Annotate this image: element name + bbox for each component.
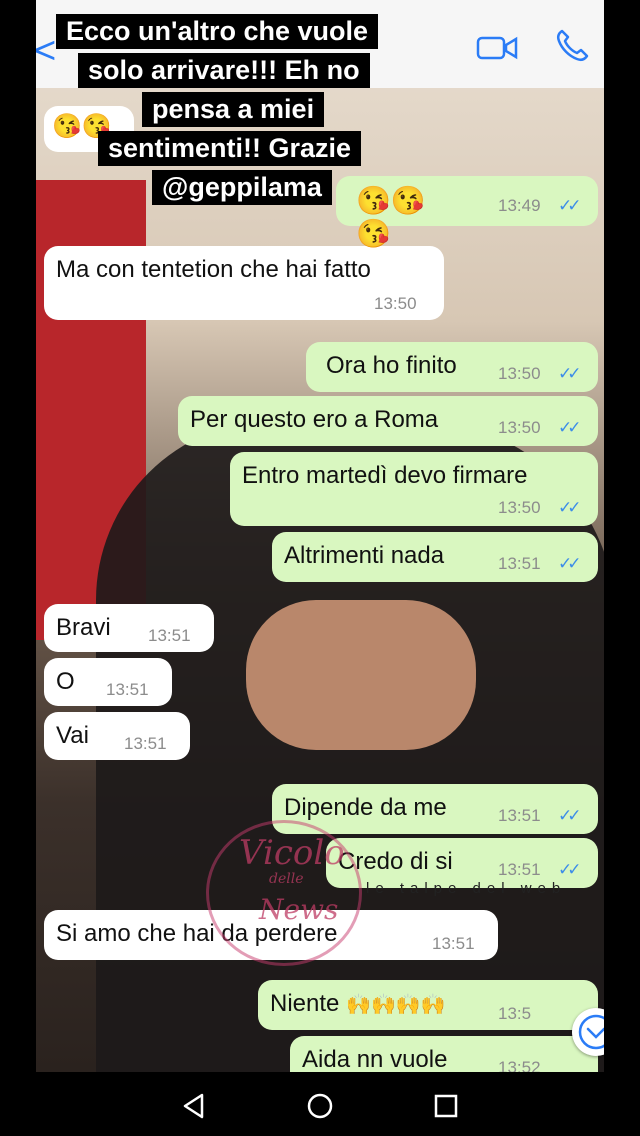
message-bubble-outgoing: Niente 🙌🙌🙌🙌 13:5 xyxy=(258,980,598,1030)
message-text: Niente xyxy=(270,990,340,1017)
back-arrow-icon[interactable]: < xyxy=(36,30,56,73)
caption-line: Ecco un'altro che vuole xyxy=(56,14,378,49)
message-text: Ora ho finito xyxy=(326,352,457,379)
message-bubble-outgoing: Entro martedì devo firmare 13:50 ✓✓ xyxy=(230,452,598,526)
caption-line: sentimenti!! Grazie xyxy=(98,131,362,166)
double-check-icon: ✓✓ xyxy=(558,498,581,517)
message-text: Entro martedì devo firmare xyxy=(242,462,528,489)
kiss-emoji-icon: 😘😘😘 xyxy=(356,185,426,249)
caption-line: pensa a miei xyxy=(142,92,325,127)
message-bubble-outgoing: Altrimenti nada 13:51 ✓✓ xyxy=(272,532,598,582)
message-time: 13:51 xyxy=(106,680,149,699)
system-nav-bar xyxy=(0,1072,640,1136)
nav-home-icon[interactable] xyxy=(306,1092,334,1120)
message-time: 13:51 xyxy=(148,626,191,645)
message-text: Aida nn vuole xyxy=(302,1046,448,1072)
nav-back-icon[interactable] xyxy=(180,1092,208,1120)
message-time: 13:51 xyxy=(498,806,541,825)
message-text: O xyxy=(56,668,75,695)
double-check-icon: ✓✓ xyxy=(558,364,581,383)
message-bubble-incoming: Bravi 13:51 xyxy=(44,604,214,652)
double-check-icon: ✓✓ xyxy=(558,418,581,437)
double-check-icon: ✓✓ xyxy=(558,806,581,825)
double-check-icon: ✓✓ xyxy=(558,554,581,573)
double-check-icon: ✓✓ xyxy=(558,860,581,879)
message-bubble-outgoing: Per questo ero a Roma 13:50 ✓✓ xyxy=(178,396,598,446)
message-time: 13:50 xyxy=(498,364,541,383)
message-time: 13:50 xyxy=(498,498,541,517)
video-call-icon[interactable] xyxy=(476,34,518,62)
message-time: 13:5 xyxy=(498,1004,532,1023)
raised-hands-emoji-icon: 🙌🙌🙌🙌 xyxy=(346,994,446,1016)
message-bubble-outgoing: Ora ho finito 13:50 ✓✓ xyxy=(306,342,598,392)
message-time: 13:50 xyxy=(374,294,417,313)
scroll-down-button[interactable] xyxy=(572,1008,604,1056)
message-text: Vai xyxy=(56,722,89,749)
message-bubble-incoming: Ma con tentetion che hai fatto 13:50 xyxy=(44,246,444,320)
message-time: 13:51 xyxy=(498,860,541,879)
message-time: 13:51 xyxy=(124,734,167,753)
nav-recents-icon[interactable] xyxy=(432,1092,460,1120)
caption-line: solo arrivare!!! Eh no xyxy=(78,53,370,88)
double-check-icon: ✓✓ xyxy=(558,196,581,215)
scroll-down-icon xyxy=(578,1014,604,1050)
message-text: Bravi xyxy=(56,614,111,641)
message-text: Altrimenti nada xyxy=(284,542,445,569)
watermark-subtitle: delle xyxy=(269,871,304,887)
message-text: Per questo ero a Roma xyxy=(190,406,439,433)
message-time: 13:50 xyxy=(498,418,541,437)
message-time: 13:51 xyxy=(498,554,541,573)
message-time: 13:51 xyxy=(432,934,475,953)
message-bubble-outgoing: Aida nn vuole 13:52 xyxy=(290,1036,598,1072)
phone-icon[interactable] xyxy=(554,28,590,64)
watermark-band: le talpe del web xyxy=(366,880,567,897)
message-bubble-incoming: O 13:51 xyxy=(44,658,172,706)
message-text: Dipende da me xyxy=(284,794,447,821)
message-bubble-outgoing: Dipende da me 13:51 ✓✓ xyxy=(272,784,598,834)
message-text: Ma con tentetion che hai fatto xyxy=(56,256,371,283)
message-bubble-incoming: Vai 13:51 xyxy=(44,712,190,760)
background-arm xyxy=(246,600,476,750)
watermark-title: Vicolo xyxy=(239,833,345,873)
caption-line: @geppilama xyxy=(152,170,332,205)
message-time: 13:49 xyxy=(498,196,541,215)
message-time: 13:52 xyxy=(498,1058,541,1072)
watermark-seal: Vicolo delle News xyxy=(206,820,362,966)
watermark-name: News xyxy=(259,893,339,926)
story-caption: Ecco un'altro che vuole solo arrivare!!!… xyxy=(56,12,426,249)
